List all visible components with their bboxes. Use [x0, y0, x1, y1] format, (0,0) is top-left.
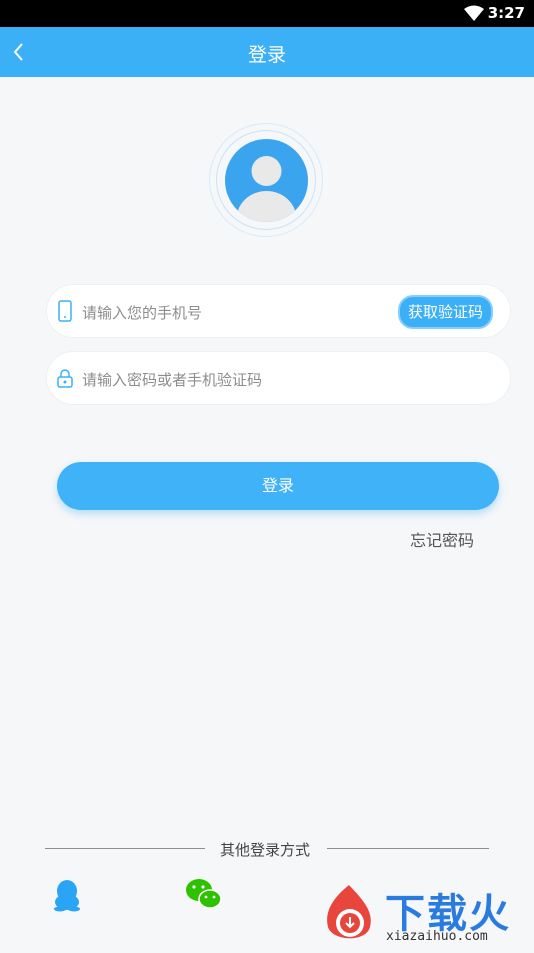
login-button[interactable]: 登录 [57, 462, 499, 510]
header-bar: 登录 [0, 27, 534, 77]
wifi-icon [464, 5, 484, 25]
divider-right [327, 848, 489, 849]
user-avatar-icon[interactable] [225, 139, 308, 222]
status-bar: 3:27 [0, 0, 534, 27]
qq-icon[interactable] [51, 878, 83, 916]
get-code-button[interactable]: 获取验证码 [397, 295, 493, 329]
forgot-password-link[interactable]: 忘记密码 [410, 527, 474, 551]
phone-field[interactable]: 请输入您的手机号 获取验证码 [46, 284, 511, 338]
divider-left [45, 848, 205, 849]
status-time: 3:27 [487, 4, 525, 22]
phone-input-placeholder[interactable]: 请输入您的手机号 [82, 302, 202, 323]
page-title: 登录 [247, 44, 286, 66]
wechat-icon[interactable] [185, 878, 223, 914]
lock-icon [56, 367, 74, 389]
phone-icon [56, 300, 74, 322]
password-input-placeholder[interactable]: 请输入密码或者手机验证码 [82, 369, 262, 390]
other-login-label: 其他登录方式 [220, 841, 311, 859]
watermark-url: xiazaihuo.com [386, 929, 488, 944]
password-field[interactable]: 请输入密码或者手机验证码 [46, 351, 511, 405]
